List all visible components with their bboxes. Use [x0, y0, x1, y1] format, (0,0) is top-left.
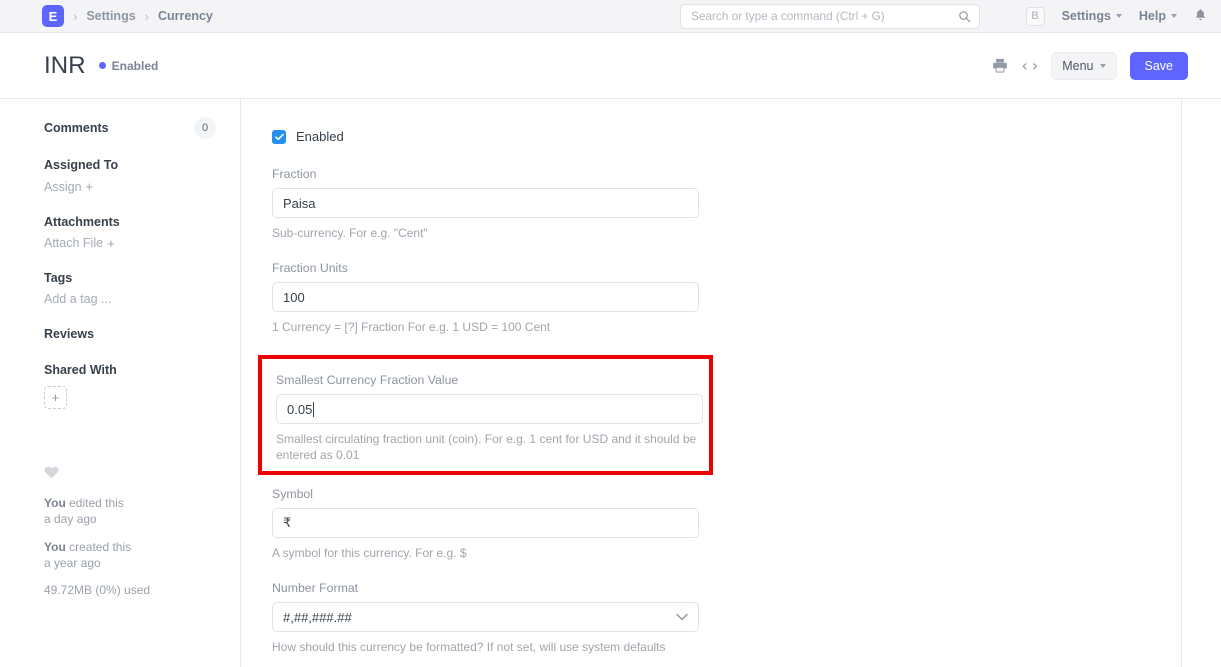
created-text: created this: [66, 540, 131, 554]
chevron-right-icon[interactable]: ›: [1032, 58, 1038, 74]
bell-icon[interactable]: [1194, 8, 1207, 24]
plus-icon: +: [86, 179, 94, 194]
comments-count-badge: 0: [194, 117, 216, 139]
sidebar-reviews-label[interactable]: Reviews: [44, 327, 216, 341]
field-symbol: Symbol ₹ A symbol for this currency. For…: [272, 487, 699, 561]
smallest-fraction-input[interactable]: 0.05: [276, 394, 703, 424]
symbol-input[interactable]: ₹: [272, 508, 699, 538]
fraction-label: Fraction: [272, 167, 699, 181]
field-number-format: Number Format #,##,###.## How should thi…: [272, 581, 699, 655]
avatar[interactable]: B: [1026, 7, 1045, 26]
symbol-value: ₹: [283, 515, 291, 531]
number-format-help: How should this currency be formatted? I…: [272, 639, 699, 655]
fraction-units-help: 1 Currency = [?] Fraction For e.g. 1 USD…: [272, 319, 699, 335]
sidebar-shared-with-label: Shared With: [44, 363, 216, 377]
page-header-toolbar: ‹ › Menu Save: [992, 52, 1188, 80]
smallest-fraction-label: Smallest Currency Fraction Value: [276, 373, 703, 387]
status-badge-label: Enabled: [112, 59, 159, 73]
chevron-right-icon: ›: [145, 9, 149, 24]
menu-button-label: Menu: [1062, 59, 1093, 73]
page-body: Comments 0 Assigned To Assign + Attachme…: [0, 99, 1221, 667]
field-fraction-units: Fraction Units 100 1 Currency = [?] Frac…: [272, 261, 699, 335]
number-format-select[interactable]: #,##,###.##: [272, 602, 699, 632]
created-when: a year ago: [44, 556, 101, 570]
chevron-down-icon[interactable]: [676, 613, 688, 621]
breadcrumb-currency[interactable]: Currency: [158, 9, 213, 23]
edited-text: edited this: [66, 496, 124, 510]
smallest-fraction-value: 0.05: [287, 402, 312, 417]
enabled-checkbox-row[interactable]: Enabled: [272, 129, 1181, 144]
text-cursor: [313, 402, 314, 417]
assign-button[interactable]: Assign +: [44, 179, 93, 194]
app-logo[interactable]: E: [42, 5, 64, 27]
smallest-fraction-highlight: Smallest Currency Fraction Value 0.05 Sm…: [258, 355, 713, 475]
enabled-checkbox[interactable]: [272, 130, 286, 144]
symbol-label: Symbol: [272, 487, 699, 501]
edited-meta: You edited this a day ago: [44, 495, 216, 527]
enabled-checkbox-label: Enabled: [296, 129, 344, 144]
assign-label: Assign: [44, 180, 82, 194]
navbar-right-group: B Settings Help: [1026, 7, 1207, 26]
smallest-fraction-help: Smallest circulating fraction unit (coin…: [276, 431, 703, 463]
number-format-value: #,##,###.##: [283, 610, 352, 625]
search-icon[interactable]: [958, 10, 971, 23]
plus-icon: +: [107, 236, 115, 251]
nav-help-menu[interactable]: Help: [1139, 9, 1177, 23]
nav-help-label: Help: [1139, 9, 1166, 23]
top-navbar: E › Settings › Currency Search or type a…: [0, 0, 1221, 33]
edited-who: You: [44, 496, 66, 510]
sidebar-section-comments: Comments 0: [44, 117, 216, 139]
sidebar: Comments 0 Assigned To Assign + Attachme…: [0, 99, 241, 667]
sidebar-assigned-to-label: Assigned To: [44, 158, 216, 172]
created-meta: You created this a year ago: [44, 539, 216, 571]
add-tag-input[interactable]: Add a tag ...: [44, 292, 111, 306]
fraction-help: Sub-currency. For e.g. "Cent": [272, 225, 699, 241]
record-navigation: ‹ ›: [1021, 58, 1038, 74]
chevron-left-icon[interactable]: ‹: [1021, 58, 1027, 74]
nav-settings-label: Settings: [1062, 9, 1111, 23]
storage-usage: 49.72MB (0%) used: [44, 583, 216, 597]
add-share-button[interactable]: +: [44, 386, 67, 409]
currency-form: Enabled Fraction Paisa Sub-currency. For…: [241, 99, 1182, 667]
sidebar-attachments-label: Attachments: [44, 215, 216, 229]
sidebar-tags-label: Tags: [44, 271, 216, 285]
attach-file-label: Attach File: [44, 236, 103, 250]
fraction-units-input[interactable]: 100: [272, 282, 699, 312]
attach-file-button[interactable]: Attach File +: [44, 236, 115, 251]
nav-settings-menu[interactable]: Settings: [1062, 9, 1122, 23]
save-button[interactable]: Save: [1130, 52, 1189, 80]
page-title: INR: [44, 52, 86, 80]
edited-when: a day ago: [44, 512, 97, 526]
field-smallest-currency-fraction-value: Smallest Currency Fraction Value 0.05 Sm…: [276, 373, 703, 463]
menu-button[interactable]: Menu: [1051, 52, 1116, 80]
status-badge: Enabled: [99, 59, 159, 73]
print-icon[interactable]: [992, 58, 1008, 73]
number-format-label: Number Format: [272, 581, 699, 595]
chevron-down-icon: [1116, 14, 1122, 18]
chevron-right-icon: ›: [73, 9, 77, 24]
symbol-help: A symbol for this currency. For e.g. $: [272, 545, 699, 561]
sidebar-section-attachments: Attachments Attach File +: [44, 215, 216, 253]
page-header: INR Enabled ‹ › Menu Save: [0, 33, 1221, 99]
sidebar-section-shared-with: Shared With +: [44, 363, 216, 409]
breadcrumb-settings[interactable]: Settings: [86, 9, 135, 23]
sidebar-section-assigned-to: Assigned To Assign +: [44, 158, 216, 196]
chevron-down-icon: [1100, 64, 1106, 68]
status-dot-icon: [99, 62, 106, 69]
sidebar-section-reviews: Reviews: [44, 327, 216, 341]
sidebar-comments-label[interactable]: Comments: [44, 121, 109, 135]
search-box[interactable]: Search or type a command (Ctrl + G): [680, 4, 980, 29]
created-who: You: [44, 540, 66, 554]
field-fraction: Fraction Paisa Sub-currency. For e.g. "C…: [272, 167, 699, 241]
search-input[interactable]: Search or type a command (Ctrl + G): [691, 9, 958, 23]
main-content: Enabled Fraction Paisa Sub-currency. For…: [241, 99, 1221, 667]
sidebar-section-tags: Tags Add a tag ...: [44, 271, 216, 308]
chevron-down-icon: [1171, 14, 1177, 18]
heart-icon[interactable]: [44, 466, 216, 481]
fraction-units-label: Fraction Units: [272, 261, 699, 275]
fraction-input[interactable]: Paisa: [272, 188, 699, 218]
